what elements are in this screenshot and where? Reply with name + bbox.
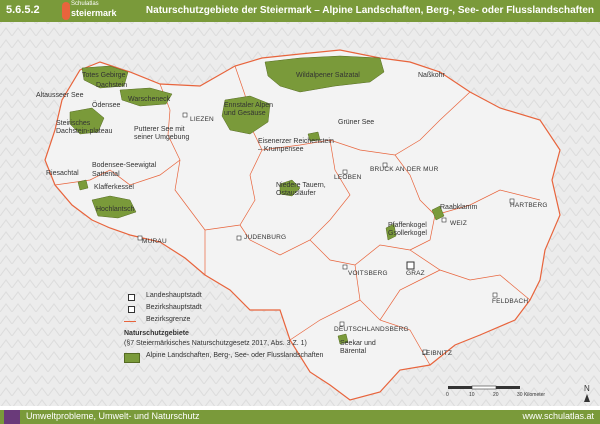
legend-section-subtitle: (§7 Steiermärkisches Naturschutzgesetz 2… — [124, 340, 307, 347]
legend-capital-symbol — [128, 294, 135, 301]
label-totes-gebirge: Totes Gebirge — [82, 72, 126, 79]
label-bruck: BRUCK AN DER MUR — [370, 166, 439, 173]
label-klafferkessel: Klafferkessel — [94, 184, 134, 191]
label-feldbach: FELDBACH — [492, 298, 529, 305]
label-seekar: Seekar und Bärental — [340, 340, 376, 355]
label-leibnitz: LEIBNITZ — [422, 350, 453, 357]
topic-icon — [4, 410, 20, 424]
label-weiz: WEIZ — [450, 220, 468, 227]
label-putterer-see: Putterer See mit seiner Umgebung — [134, 126, 190, 141]
scale-tick-0: 0 — [446, 392, 449, 398]
legend-border-symbol — [124, 321, 136, 322]
label-raabklamm: Raabklamm — [440, 204, 478, 211]
map-area: Totes Gebirge Warscheneck Dachstein Alta… — [0, 22, 600, 406]
legend-district-capital-label: Bezirkshauptstadt — [146, 304, 202, 311]
legend-area-label: Alpine Landschaften, Berg-, See- oder Fl… — [146, 352, 324, 359]
legend-section-title: Naturschutzgebiete — [124, 330, 189, 337]
marker-liezen — [182, 112, 188, 118]
legend-area-symbol — [124, 353, 140, 363]
page-title: Naturschutzgebiete der Steiermark – Alpi… — [145, 5, 594, 16]
label-deutschlandsberg: DEUTSCHLANDSBERG — [334, 326, 409, 333]
label-gruener-see: Grüner See — [338, 119, 375, 126]
scale-tick-30: 30 Kilometer — [517, 392, 546, 398]
legend-border-label: Bezirksgrenze — [146, 316, 191, 323]
north-arrow-icon — [584, 394, 590, 402]
marker-feldbach — [492, 292, 498, 298]
logo-line1: Schulatlas — [71, 1, 99, 7]
marker-voitsberg — [342, 264, 348, 270]
label-warscheneck: Warscheneck — [128, 96, 171, 103]
label-judenburg: JUDENBURG — [244, 234, 287, 241]
north-label: N — [584, 384, 590, 393]
label-bodensee-seewigtal: Bodensee-Seewigtal — [92, 162, 157, 169]
label-leoben: LEOBEN — [334, 174, 362, 181]
label-altausseer-see: Altausseer See — [36, 92, 84, 99]
area-hochlantsch — [77, 179, 89, 191]
footer-url[interactable]: www.schulatlas.at — [522, 411, 594, 421]
label-niedere-tauern: Niedere Tauern, Ostausläufer — [276, 182, 326, 197]
footer-topic: Umweltprobleme, Umwelt- und Naturschutz — [26, 411, 200, 421]
label-dachsteinplateau: Steirisches Dachstein-plateau — [56, 120, 113, 135]
logo-line2: steiermark — [71, 8, 117, 18]
logo-mark-icon — [62, 2, 70, 20]
schulatlas-logo: Schulatlas steiermark — [62, 1, 117, 22]
label-riesachtal: Riesachtal — [46, 170, 79, 177]
legend-district-capital-symbol — [128, 306, 135, 313]
scale-tick-20: 20 — [493, 392, 499, 398]
label-hochlantsch: Hochlantsch — [96, 206, 135, 213]
label-eisenerzer-reichenstein: Eisenerzer Reichenstein – Krumpensee — [258, 138, 334, 153]
label-dachstein: Dachstein — [96, 82, 128, 89]
header-bar: 5.6.5.2 Schulatlas steiermark Naturschut… — [0, 0, 600, 22]
footer-bar: Umweltprobleme, Umwelt- und Naturschutz … — [0, 410, 600, 424]
legend-capital-label: Landeshauptstadt — [146, 292, 202, 299]
scale-bar: 0 10 20 30 Kilometer — [446, 385, 545, 398]
label-voitsberg: VOITSBERG — [348, 270, 388, 277]
label-oedensee: Ödensee — [92, 102, 121, 109]
marker-weiz — [441, 217, 447, 223]
scale-tick-10: 10 — [469, 392, 475, 398]
marker-graz — [406, 261, 415, 270]
label-sattental: Sattental — [92, 171, 120, 178]
label-ennstaler-alpen: Ennstaler Alpen und Gesäuse — [224, 102, 274, 117]
label-wildalpener-salzatal: Wildalpener Salzatal — [296, 72, 360, 79]
label-hartberg: HARTBERG — [510, 202, 548, 209]
label-pfaffenkogel: Pfaffenkogel Gsollerkogel — [388, 222, 427, 237]
label-graz: GRAZ — [406, 270, 425, 277]
label-liezen: LIEZEN — [190, 116, 214, 123]
section-number: 5.6.5.2 — [6, 4, 40, 16]
marker-judenburg — [236, 235, 242, 241]
map-svg — [0, 22, 600, 406]
north-arrow: N — [584, 384, 590, 402]
label-nasskohr: Naßkohr — [418, 72, 445, 79]
label-murau: MURAU — [142, 238, 167, 245]
